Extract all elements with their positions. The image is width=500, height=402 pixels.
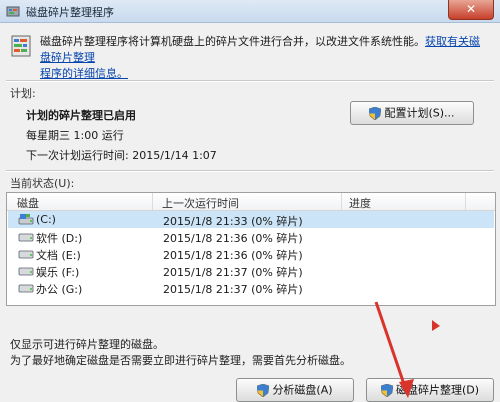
disk-name: 文档 (E:) <box>36 249 81 262</box>
disk-name: 办公 (G:) <box>36 283 83 296</box>
divider-top <box>6 80 494 82</box>
disk-row-e[interactable]: 文档 (E:) 2015/1/8 21:36 (0% 碎片) <box>8 245 494 262</box>
disk-row-d[interactable]: 软件 (D:) 2015/1/8 21:36 (0% 碎片) <box>8 228 494 245</box>
disk-row-g[interactable]: 办公 (G:) 2015/1/8 21:37 (0% 碎片) <box>8 279 494 296</box>
note-defraggable-only: 仅显示可进行碎片整理的磁盘。 <box>10 338 164 351</box>
details-link-part2[interactable]: 程序的详细信息。 <box>40 67 128 80</box>
uac-shield-icon <box>369 106 382 120</box>
disk-last-run: 2015/1/8 21:33 (0% 碎片) <box>163 215 303 228</box>
disk-last-run: 2015/1/8 21:36 (0% 碎片) <box>163 232 303 245</box>
disk-last-run: 2015/1/8 21:37 (0% 碎片) <box>163 283 303 296</box>
column-divider <box>465 193 466 210</box>
divider-middle <box>6 170 494 172</box>
disk-name: (C:) <box>36 213 56 226</box>
note-analyze-first: 为了最好地确定磁盘是否需要立即进行碎片整理，需要首先分析磁盘。 <box>10 354 351 367</box>
disk-last-run: 2015/1/8 21:36 (0% 碎片) <box>163 249 303 262</box>
drive-icon <box>18 233 34 242</box>
disk-list-header: 磁盘 上一次运行时间 进度 <box>7 193 495 211</box>
disk-name: 软件 (D:) <box>36 232 83 245</box>
defrag-window: 磁盘碎片整理程序 ✕ 磁盘碎片整理程序将计算机硬盘上的碎片文件进行合并，以改进文… <box>0 0 500 402</box>
analyze-disk-label: 分析磁盘(A) <box>272 383 333 397</box>
defragment-disk-label: 磁盘碎片整理(D) <box>395 383 480 397</box>
column-last-run[interactable]: 上一次运行时间 <box>162 195 239 211</box>
disk-list[interactable]: 磁盘 上一次运行时间 进度 (C:) 2015/1/8 21:33 (0% 碎片… <box>6 192 496 306</box>
column-progress[interactable]: 进度 <box>349 195 371 211</box>
disk-name: 娱乐 (F:) <box>36 266 80 279</box>
drive-icon <box>18 267 34 276</box>
schedule-section-label: 计划: <box>10 87 36 100</box>
disk-last-run: 2015/1/8 21:37 (0% 碎片) <box>163 266 303 279</box>
defrag-app-icon <box>6 6 20 17</box>
configure-schedule-button[interactable]: 配置计划(S)... <box>350 101 474 125</box>
column-divider <box>341 193 342 210</box>
close-button[interactable]: ✕ <box>448 0 494 20</box>
intro-description: 磁盘碎片整理程序将计算机硬盘上的碎片文件进行合并，以改进文件系统性能。 <box>40 35 425 48</box>
title-bar: 磁盘碎片整理程序 ✕ <box>0 0 500 23</box>
disk-row-c[interactable]: (C:) 2015/1/8 21:33 (0% 碎片) <box>8 211 494 228</box>
intro-text: 磁盘碎片整理程序将计算机硬盘上的碎片文件进行合并，以改进文件系统性能。获取有关磁… <box>40 34 490 82</box>
schedule-status-title: 计划的碎片整理已启用 <box>26 109 136 122</box>
column-divider <box>152 193 153 210</box>
defragment-disk-button[interactable]: 磁盘碎片整理(D) <box>366 378 494 402</box>
uac-shield-icon <box>257 383 270 397</box>
system-drive-icon <box>18 214 34 225</box>
column-disk[interactable]: 磁盘 <box>17 195 39 211</box>
drive-icon <box>18 250 34 259</box>
drive-icon <box>18 284 34 293</box>
schedule-next-run: 下一次计划运行时间: 2015/1/14 1:07 <box>26 149 217 162</box>
disk-row-f[interactable]: 娱乐 (F:) 2015/1/8 21:37 (0% 碎片) <box>8 262 494 279</box>
configure-schedule-label: 配置计划(S)... <box>384 106 455 120</box>
status-section-label: 当前状态(U): <box>10 177 75 190</box>
defrag-header-icon <box>11 35 31 57</box>
schedule-frequency: 每星期三 1:00 运行 <box>26 129 124 142</box>
analyze-disk-button[interactable]: 分析磁盘(A) <box>236 378 354 402</box>
uac-shield-icon <box>380 383 393 397</box>
window-title: 磁盘碎片整理程序 <box>26 6 114 19</box>
